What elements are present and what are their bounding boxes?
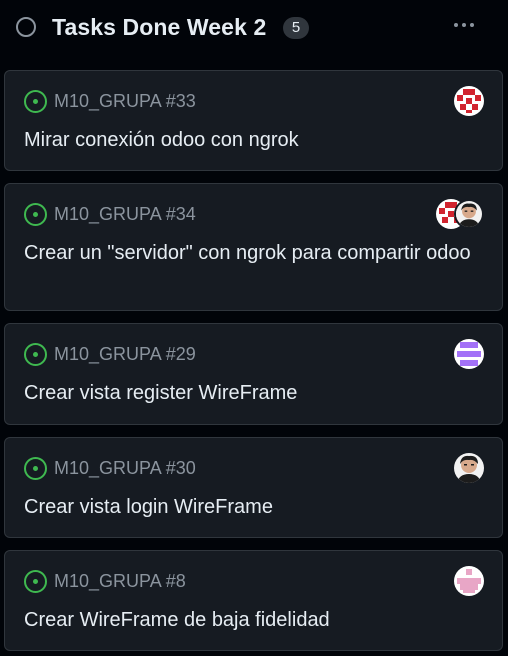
issue-reference-link[interactable]: M10_GRUPA #33: [54, 91, 196, 112]
column-menu-button[interactable]: [447, 12, 481, 38]
user-photo-icon: [456, 201, 482, 227]
issue-opened-icon: [24, 343, 47, 366]
issue-title[interactable]: Crear WireFrame de baja fidelidad: [24, 607, 484, 634]
column-count-badge: 5: [283, 17, 309, 39]
column-header: Tasks Done Week 2 5: [0, 0, 508, 58]
identicon-red-icon: [454, 86, 484, 116]
issue-opened-icon: [24, 457, 47, 480]
issue-title[interactable]: Mirar conexión odoo con ngrok: [24, 127, 484, 154]
issue-opened-icon: [24, 90, 47, 113]
user-photo-icon: [454, 453, 484, 483]
identicon-purple-icon: [454, 339, 484, 369]
issue-title[interactable]: Crear vista login WireFrame: [24, 494, 484, 521]
issue-card[interactable]: M10_GRUPA #34 Crear un "servidor" con ng…: [4, 183, 503, 311]
kebab-horizontal-icon: [454, 23, 458, 27]
assignee-avatar[interactable]: [454, 566, 484, 596]
assignee-avatar[interactable]: [454, 339, 484, 369]
issue-title[interactable]: Crear vista register WireFrame: [24, 380, 484, 407]
issue-opened-icon: [24, 203, 47, 226]
project-column: Tasks Done Week 2 5 M10_GRUPA #33 Mirar …: [0, 0, 508, 656]
issue-card[interactable]: M10_GRUPA #29 Crear vista register WireF…: [4, 323, 503, 425]
issue-opened-icon: [24, 570, 47, 593]
assignee-avatar[interactable]: [454, 453, 484, 483]
issue-card[interactable]: M10_GRUPA #30 Crear vista login WireFram…: [4, 437, 503, 538]
column-status-icon: [16, 17, 36, 37]
issue-title[interactable]: Crear un "servidor" con ngrok para compa…: [24, 240, 484, 267]
issue-card[interactable]: M10_GRUPA #33 Mirar conexión odoo con ng…: [4, 70, 503, 171]
issue-reference-link[interactable]: M10_GRUPA #34: [54, 204, 196, 225]
issue-reference-link[interactable]: M10_GRUPA #8: [54, 571, 186, 592]
assignee-avatar[interactable]: [454, 199, 484, 229]
issue-reference-link[interactable]: M10_GRUPA #30: [54, 458, 196, 479]
assignee-avatar[interactable]: [454, 86, 484, 116]
column-title: Tasks Done Week 2: [52, 14, 267, 40]
issue-reference-link[interactable]: M10_GRUPA #29: [54, 344, 196, 365]
issue-card[interactable]: M10_GRUPA #8 Crear WireFrame de baja fid…: [4, 550, 503, 651]
identicon-pink-icon: [454, 566, 484, 596]
